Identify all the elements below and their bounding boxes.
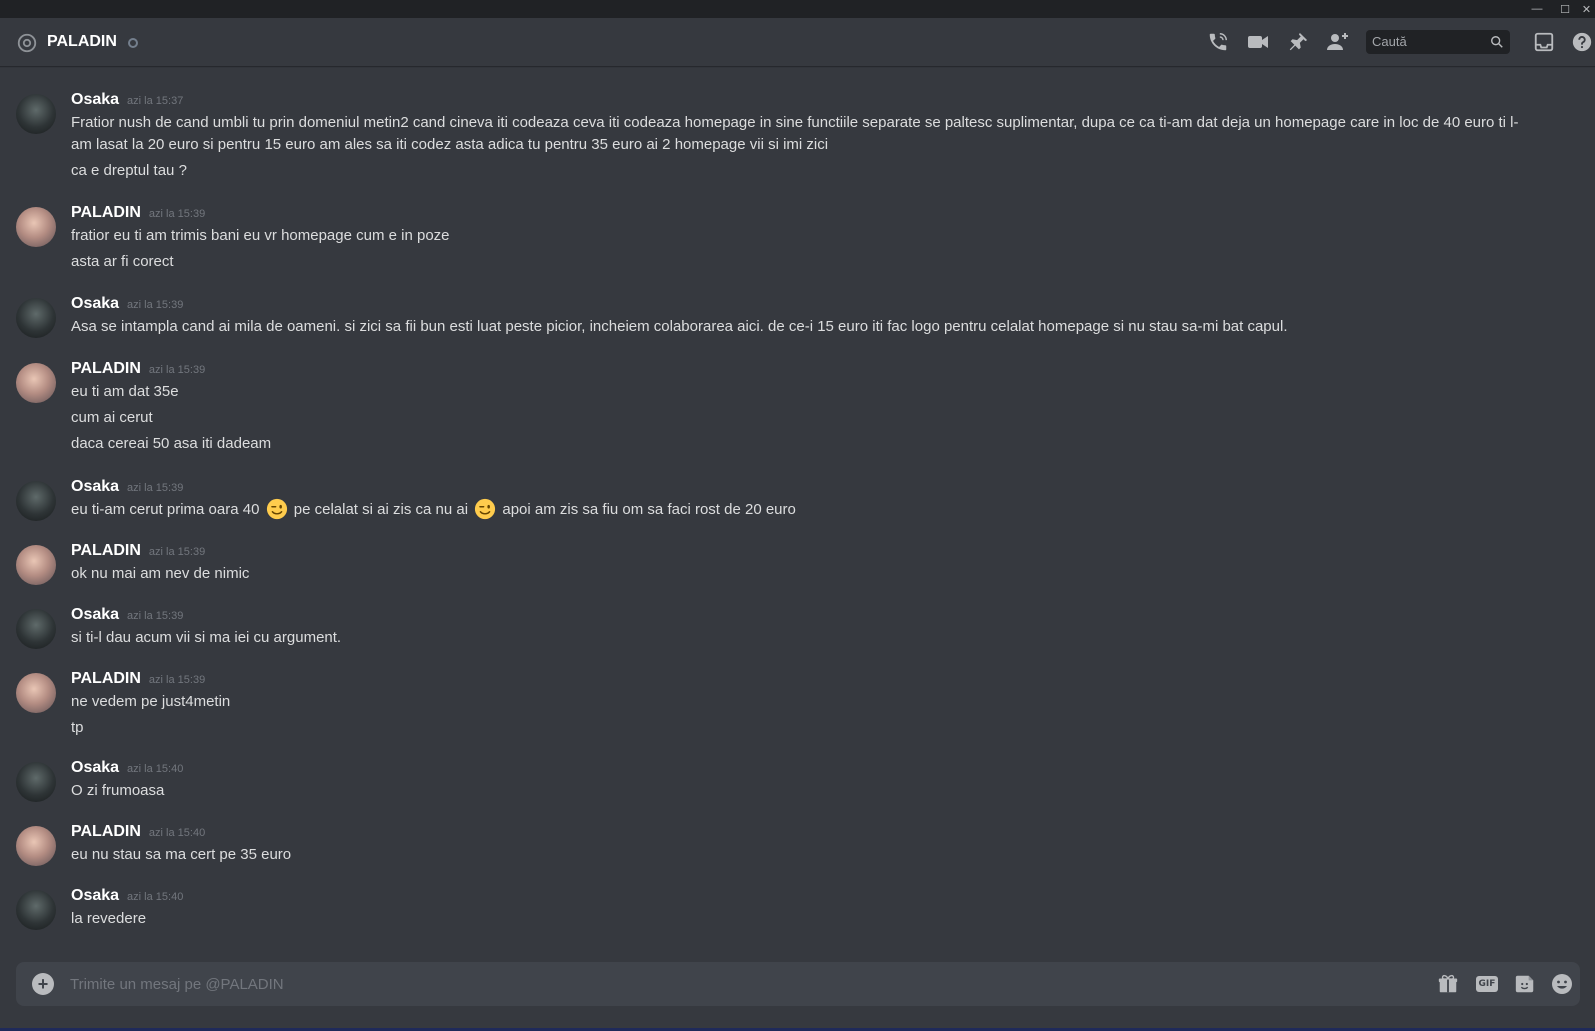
avatar[interactable] (16, 545, 56, 585)
timestamp: azi la 15:39 (148, 364, 206, 376)
video-icon[interactable] (1246, 30, 1270, 54)
timestamp: azi la 15:39 (127, 482, 184, 494)
message-text: eu ti am dat 35e (71, 383, 179, 400)
avatar[interactable] (16, 363, 56, 403)
message-segment: apoi am zis sa fiu om sa faci rost de 20… (502, 501, 796, 518)
message-text: daca cereai 50 asa iti dadeam (71, 435, 272, 452)
timestamp: azi la 15:37 (127, 95, 184, 107)
call-icon[interactable] (1206, 30, 1230, 54)
wink-emoji-icon[interactable] (474, 498, 496, 520)
sticker-icon[interactable] (1513, 972, 1537, 996)
at-icon (17, 33, 37, 53)
message-text: O zi frumoasa (71, 782, 165, 799)
message-text: Fratior nush de cand umbli tu prin domen… (71, 114, 1519, 153)
message-text: fratior eu ti am trimis bani eu vr homep… (71, 227, 450, 244)
username[interactable]: PALADIN (71, 823, 141, 840)
username[interactable]: PALADIN (71, 670, 141, 687)
avatar[interactable] (16, 673, 56, 713)
message-text: ca e dreptul tau ? (71, 162, 187, 179)
avatar[interactable] (16, 762, 56, 802)
avatar[interactable] (16, 890, 56, 930)
username[interactable]: Osaka (71, 295, 119, 312)
avatar[interactable] (16, 298, 56, 338)
message-text: cum ai cerut (71, 409, 153, 426)
avatar[interactable] (16, 207, 56, 247)
message-text: la revedere (71, 910, 147, 927)
username[interactable]: Osaka (71, 887, 119, 904)
timestamp: azi la 15:40 (127, 891, 184, 903)
timestamp: azi la 15:40 (127, 763, 184, 775)
username[interactable]: PALADIN (71, 204, 141, 221)
message-text: eu ti-am cerut prima oara 40 pe celalat … (71, 498, 1535, 521)
avatar[interactable] (16, 609, 56, 649)
search-icon (1491, 36, 1503, 48)
message-text: si ti-l dau acum vii si ma iei cu argume… (71, 629, 342, 646)
message-text: eu nu stau sa ma cert pe 35 euro (71, 846, 292, 863)
message-text: asta ar fi corect (71, 253, 174, 270)
message-text: tp (71, 719, 84, 736)
gift-icon[interactable] (1436, 972, 1460, 996)
username[interactable]: Osaka (71, 759, 119, 776)
maximize-button[interactable]: ☐ (1552, 0, 1578, 18)
username[interactable]: Osaka (71, 606, 119, 623)
avatar[interactable] (16, 826, 56, 866)
inbox-icon[interactable] (1532, 30, 1556, 54)
timestamp: azi la 15:39 (148, 208, 206, 220)
close-button[interactable]: ✕ (1578, 0, 1595, 18)
gif-icon[interactable]: GIF (1475, 972, 1499, 996)
username[interactable]: Osaka (71, 91, 119, 108)
search-placeholder: Caută (1372, 34, 1407, 49)
timestamp: azi la 15:39 (127, 610, 184, 622)
emoji-icon[interactable] (1550, 972, 1574, 996)
message-list: Osaka azi la 15:37 Fratior nush de cand u… (0, 66, 1595, 946)
timestamp: azi la 15:39 (148, 674, 206, 686)
window-titlebar: — ☐ ✕ (0, 0, 1595, 18)
wink-emoji-icon[interactable] (266, 498, 288, 520)
offline-status-icon (128, 38, 138, 48)
message-text: ne vedem pe just4metin (71, 693, 231, 710)
message-input[interactable] (70, 973, 1370, 995)
username[interactable]: Osaka (71, 478, 119, 495)
message-segment: pe celalat si ai zis ca nu ai (293, 501, 469, 518)
gif-label: GIF (1476, 976, 1498, 992)
dm-title: PALADIN (47, 33, 117, 50)
timestamp: azi la 15:40 (148, 827, 206, 839)
pin-icon[interactable] (1286, 30, 1310, 54)
message-text: ok nu mai am nev de nimic (71, 565, 250, 582)
username[interactable]: PALADIN (71, 542, 141, 559)
message-text: Asa se intampla cand ai mila de oameni. … (71, 318, 1288, 335)
search-box[interactable]: Caută (1366, 30, 1510, 54)
avatar[interactable] (16, 481, 56, 521)
channel-header: PALADIN Caută (0, 18, 1595, 66)
username[interactable]: PALADIN (71, 360, 141, 377)
message-segment: eu ti-am cerut prima oara 40 (71, 501, 260, 518)
avatar[interactable] (16, 94, 56, 134)
timestamp: azi la 15:39 (127, 299, 184, 311)
add-attachment-icon[interactable]: + (32, 973, 54, 995)
help-icon[interactable] (1570, 30, 1594, 54)
minimize-button[interactable]: — (1524, 0, 1550, 18)
timestamp: azi la 15:39 (148, 546, 206, 558)
message-composer: + GIF (16, 962, 1580, 1006)
add-friend-icon[interactable] (1326, 30, 1350, 54)
